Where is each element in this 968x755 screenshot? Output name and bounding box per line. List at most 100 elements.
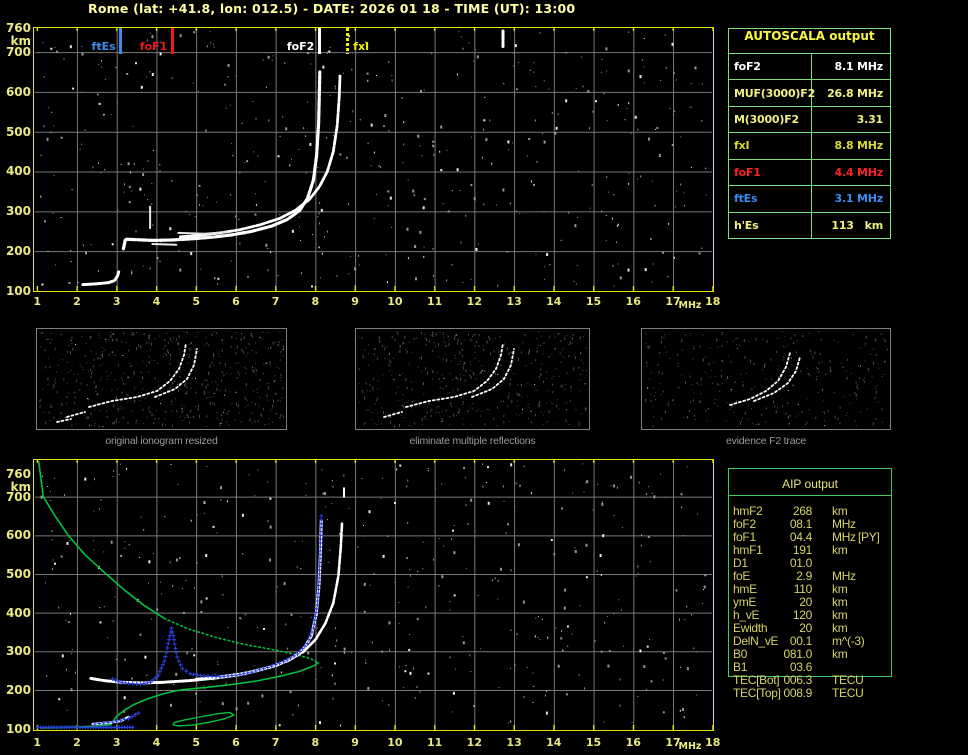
x-tick-label: 8 (311, 736, 320, 749)
autoscala-window: Rome (lat: +41.8, lon: 012.5) - DATE: 20… (0, 0, 968, 755)
x-tick-label: 12 (466, 736, 482, 749)
aip-row-value: 081.0 (783, 647, 812, 661)
x-tick-label: 12 (466, 295, 482, 308)
thumbnail-caption-eliminate: eliminate multiple reflections (409, 435, 536, 447)
autoscala-row-label: h'Es (729, 212, 812, 238)
aip-row-unit: km (832, 543, 848, 557)
aip-row-unit: MHz (832, 517, 856, 531)
x-tick-label: 2 (73, 736, 81, 749)
autoscala-table-title: AUTOSCALA output (744, 29, 875, 43)
station-date-title: Rome (lat: +41.8, lon: 012.5) - DATE: 20… (88, 1, 576, 16)
aip-row-unit: km (832, 647, 848, 661)
x-tick-label: 9 (351, 295, 359, 308)
aip-row-unit: m^(-3) (832, 634, 865, 648)
autoscala-row-fxI: fxI 8.8 MHz (729, 132, 890, 159)
aip-row-h_vE: h_vE 120 km (728, 608, 892, 622)
restored-Es (92, 710, 141, 727)
y-tick-label: 760 (5, 466, 31, 481)
y-tick-label: 200 (5, 244, 31, 259)
x-tick-label: 8 (311, 295, 320, 308)
aip-row-TEC[Bot]: TEC[Bot] 006.3 TECU (728, 673, 892, 687)
profile-bottomside (40, 662, 319, 729)
aip-row-foF1: foF1 04.4 MHz [PY] (728, 530, 892, 544)
x-tick-label: 18 (705, 295, 721, 308)
Es-trace (81, 270, 121, 287)
autoscala-row-value: 8.1 MHz (834, 60, 884, 74)
aip-row-hmF2: hmF2 268 km (728, 504, 892, 518)
profile-topside (38, 461, 166, 620)
aip-row-B0: B0 081.0 km (728, 647, 892, 661)
x-tick-label: 6 (232, 295, 240, 308)
foF1-marker-line (170, 28, 174, 54)
profile-valley-loop (172, 711, 235, 727)
aip-row-TEC[Top]: TEC[Top] 008.9 TECU (728, 686, 892, 700)
autoscala-row-foF2: foF2 8.1 MHz (729, 53, 890, 80)
x-axis-unit-label: MHz (678, 300, 702, 311)
y-tick-label: 700 (5, 489, 31, 504)
autoscala-row-value: 3.1 MHz (834, 192, 884, 206)
autoscala-row-MUF(3000)F2: MUF(3000)F2 26.8 MHz (729, 79, 890, 106)
top-ionogram-canvas (35, 28, 713, 291)
aip-table-title: AIP output (782, 477, 838, 491)
aip-row-value: 191 (792, 543, 812, 557)
x-tick-label: 18 (705, 736, 721, 749)
autoscala-row-label: MUF(3000)F2 (729, 80, 815, 106)
thumbnail-evidence-f2 (641, 328, 891, 430)
autoscala-output-table: AUTOSCALA output foF2 8.1 MHz MUF(3000)F2 2… (728, 28, 891, 239)
thumbnail-eliminate-reflections (355, 328, 590, 430)
aip-row-value: 04.4 (789, 530, 812, 544)
foF1-marker-label: foF1 (139, 40, 168, 53)
aip-row-value: 08.1 (789, 517, 812, 531)
x-tick-label: 3 (112, 295, 121, 308)
aip-row-B1: B1 03.6 (728, 660, 892, 674)
y-tick-label: 200 (5, 682, 31, 697)
x-tick-label: 2 (73, 295, 81, 308)
thumbnail-original-canvas (39, 331, 284, 428)
aip-row-value: 00.1 (789, 634, 812, 648)
top-ionogram-plot: ftEs foF1 foF2 fxI (33, 27, 714, 292)
fxI-marker-label: fxI (353, 40, 370, 53)
aip-row-hmE: hmE 110 km (728, 582, 892, 596)
x-tick-label: 5 (192, 736, 200, 749)
x-tick-label: 5 (192, 295, 200, 308)
x-tick-label: 13 (506, 736, 522, 749)
thumbnail-original-ionogram (36, 328, 287, 430)
x-tick-label: 10 (387, 736, 403, 749)
x-tick-label: 11 (426, 736, 443, 749)
aip-row-foF2: foF2 08.1 MHz (728, 517, 892, 531)
thumbnail-trace (405, 342, 504, 408)
bottom-ionogram-plot (33, 459, 714, 731)
x-tick-label: 4 (152, 736, 161, 749)
aip-row-DelN_vE: DelN_vE 00.1 m^(-3) (728, 634, 892, 648)
aip-row-value: 008.9 (783, 686, 812, 700)
y-tick-label: 760 (5, 21, 31, 35)
aip-row-value: 01.0 (789, 556, 812, 570)
aip-row-ymE: ymE 20 km (728, 595, 892, 609)
x-tick-label: 15 (585, 295, 602, 308)
x-tick-label: 1 (33, 736, 42, 749)
aip-row-unit: TECU (832, 686, 864, 700)
x-tick-label: 3 (112, 736, 121, 749)
x-tick-label: 1 (33, 295, 42, 308)
foF2-marker-line (317, 28, 321, 54)
y-tick-label: 600 (5, 528, 31, 543)
thumbnail-caption-original: original ionogram resized (105, 435, 218, 447)
thumbnail-caption-evidence: evidence F2 trace (725, 435, 807, 447)
autoscala-row-value: 113 km (831, 218, 883, 232)
thumbnail-trace (729, 352, 791, 406)
ftEs-marker-line (119, 28, 123, 54)
x-tick-label: 11 (426, 295, 443, 308)
autoscala-row-value: 3.31 (856, 113, 884, 127)
thumbnail-trace (56, 418, 72, 423)
y-tick-label: 400 (5, 164, 31, 179)
aip-row-Ewidth: Ewidth 20 km (728, 621, 892, 635)
aip-row-foE: foE 2.9 MHz (728, 569, 892, 583)
autoscala-row-M(3000)F2: M(3000)F2 3.31 (729, 105, 890, 133)
aip-header-divider (729, 495, 891, 496)
bottom-ionogram-canvas (35, 460, 713, 730)
aip-row-value: 110 (793, 582, 813, 596)
x-tick-label: 16 (625, 295, 641, 308)
x-tick-label: 10 (387, 295, 403, 308)
autoscala-row-h'Es: h'Es 113 km (729, 211, 890, 238)
O-trace (121, 70, 322, 251)
